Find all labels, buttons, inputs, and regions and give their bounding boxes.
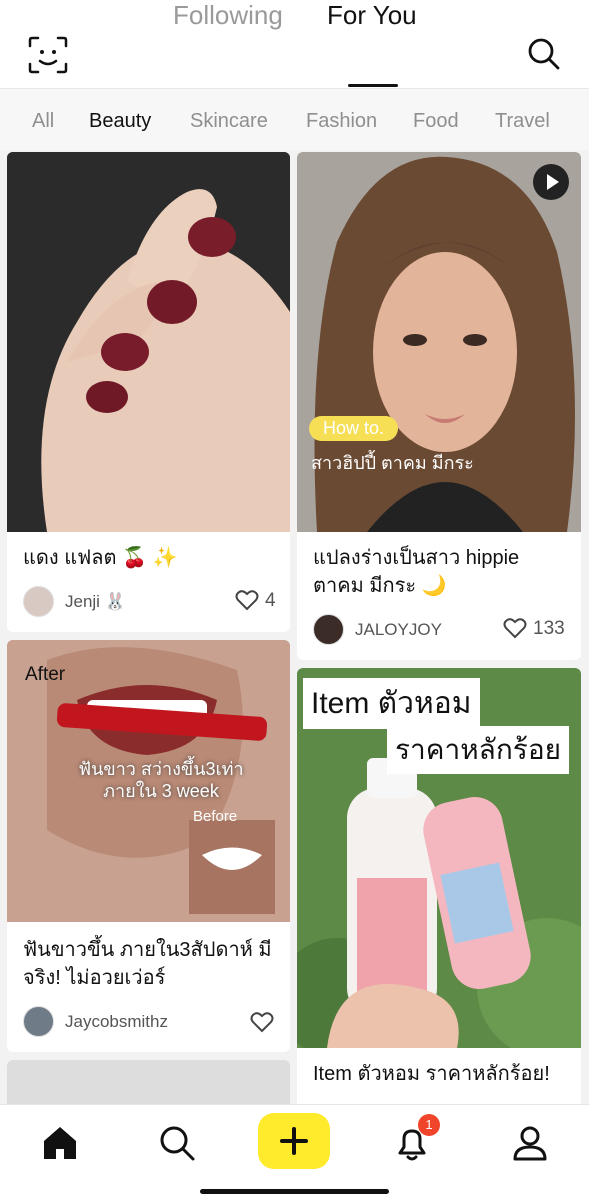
after-label: After [25,664,66,685]
heart-icon [503,618,527,639]
post-title: แปลงร่างเป็นสาว hippie ตาคม มีกระ 🌙 [313,547,520,597]
create-button[interactable] [258,1113,330,1169]
plus-icon [280,1127,308,1155]
like-button[interactable]: 133 [503,614,573,644]
author-name: Jenji 🐰 [65,592,126,611]
feed-card[interactable]: แดง แฟลต 🍒 ✨ Jenji 🐰 4 [7,152,290,632]
before-label: Before [193,808,238,825]
post-thumbnail [7,152,290,532]
post-author[interactable]: Jaycobsmithz [23,1006,223,1038]
feed-card[interactable]: How to. สาวฮิปปี้ ตาคม มีกระ แปลงร่างเป็… [297,152,581,660]
search-icon[interactable] [157,1123,197,1163]
avatar [23,586,54,617]
post-author[interactable]: JALOYJOY [313,614,493,646]
author-name: Jaycobsmithz [65,1012,168,1031]
author-name: JALOYJOY [355,620,442,639]
heart-icon [250,1012,274,1033]
heart-icon [235,590,259,611]
post-title: Item ตัวหอม ราคาหลักร้อย! [313,1063,550,1085]
overlay-caption: สาวฮิปปี้ ตาคม มีกระ [311,453,474,473]
feed-card[interactable]: Item ตัวหอม ราคาหลักร้อย Item ตัวหอม ราค… [297,668,581,1120]
top-bar: Following For You [0,0,589,88]
like-count: 133 [533,618,565,639]
category-skincare[interactable]: Skincare [190,110,268,133]
how-to-badge: How to. [309,416,399,441]
profile-icon[interactable] [510,1123,550,1163]
post-title: ฟันขาวขึ้น ภายใน3สัปดาห์ มีจริง! ไม่อวยเ… [23,939,272,989]
feed-card[interactable]: After Before ฟันขาว สว่างขึ้น3เท่า ภายใน… [7,640,290,1052]
category-food[interactable]: Food [413,110,459,133]
video-play-icon [533,164,569,200]
tab-following[interactable]: Following [173,0,283,31]
home-indicator [200,1189,389,1194]
post-title: แดง แฟลต 🍒 ✨ [23,547,178,569]
home-icon[interactable] [40,1123,80,1163]
category-all[interactable]: All [32,110,54,133]
like-button[interactable] [250,1008,280,1038]
bottom-nav: 1 [0,1104,589,1200]
post-thumbnail: After Before ฟันขาว สว่างขึ้น3เท่า ภายใน… [7,640,290,922]
category-travel[interactable]: Travel [495,110,550,133]
category-fashion[interactable]: Fashion [306,110,377,133]
overlay-headline: Item ตัวหอม [303,678,480,729]
face-scan-icon[interactable] [28,36,68,74]
category-beauty[interactable]: Beauty [89,110,151,133]
tab-for-you[interactable]: For You [327,0,417,31]
post-thumbnail: How to. สาวฮิปปี้ ตาคม มีกระ [297,152,581,532]
overlay-caption: ฟันขาว สว่างขึ้น3เท่า ภายใน 3 week [78,759,244,801]
like-count: 4 [265,590,276,611]
post-thumbnail: Item ตัวหอม ราคาหลักร้อย [297,668,581,1048]
post-author[interactable]: Jenji 🐰 [23,586,203,618]
avatar [23,1006,54,1037]
notification-badge: 1 [418,1114,440,1136]
like-button[interactable]: 4 [235,586,285,616]
category-bar: All Beauty Skincare Fashion Food Travel [0,88,589,150]
active-tab-indicator [348,84,398,87]
search-icon[interactable] [527,37,561,71]
overlay-subheadline: ราคาหลักร้อย [387,726,570,774]
avatar [313,614,344,645]
